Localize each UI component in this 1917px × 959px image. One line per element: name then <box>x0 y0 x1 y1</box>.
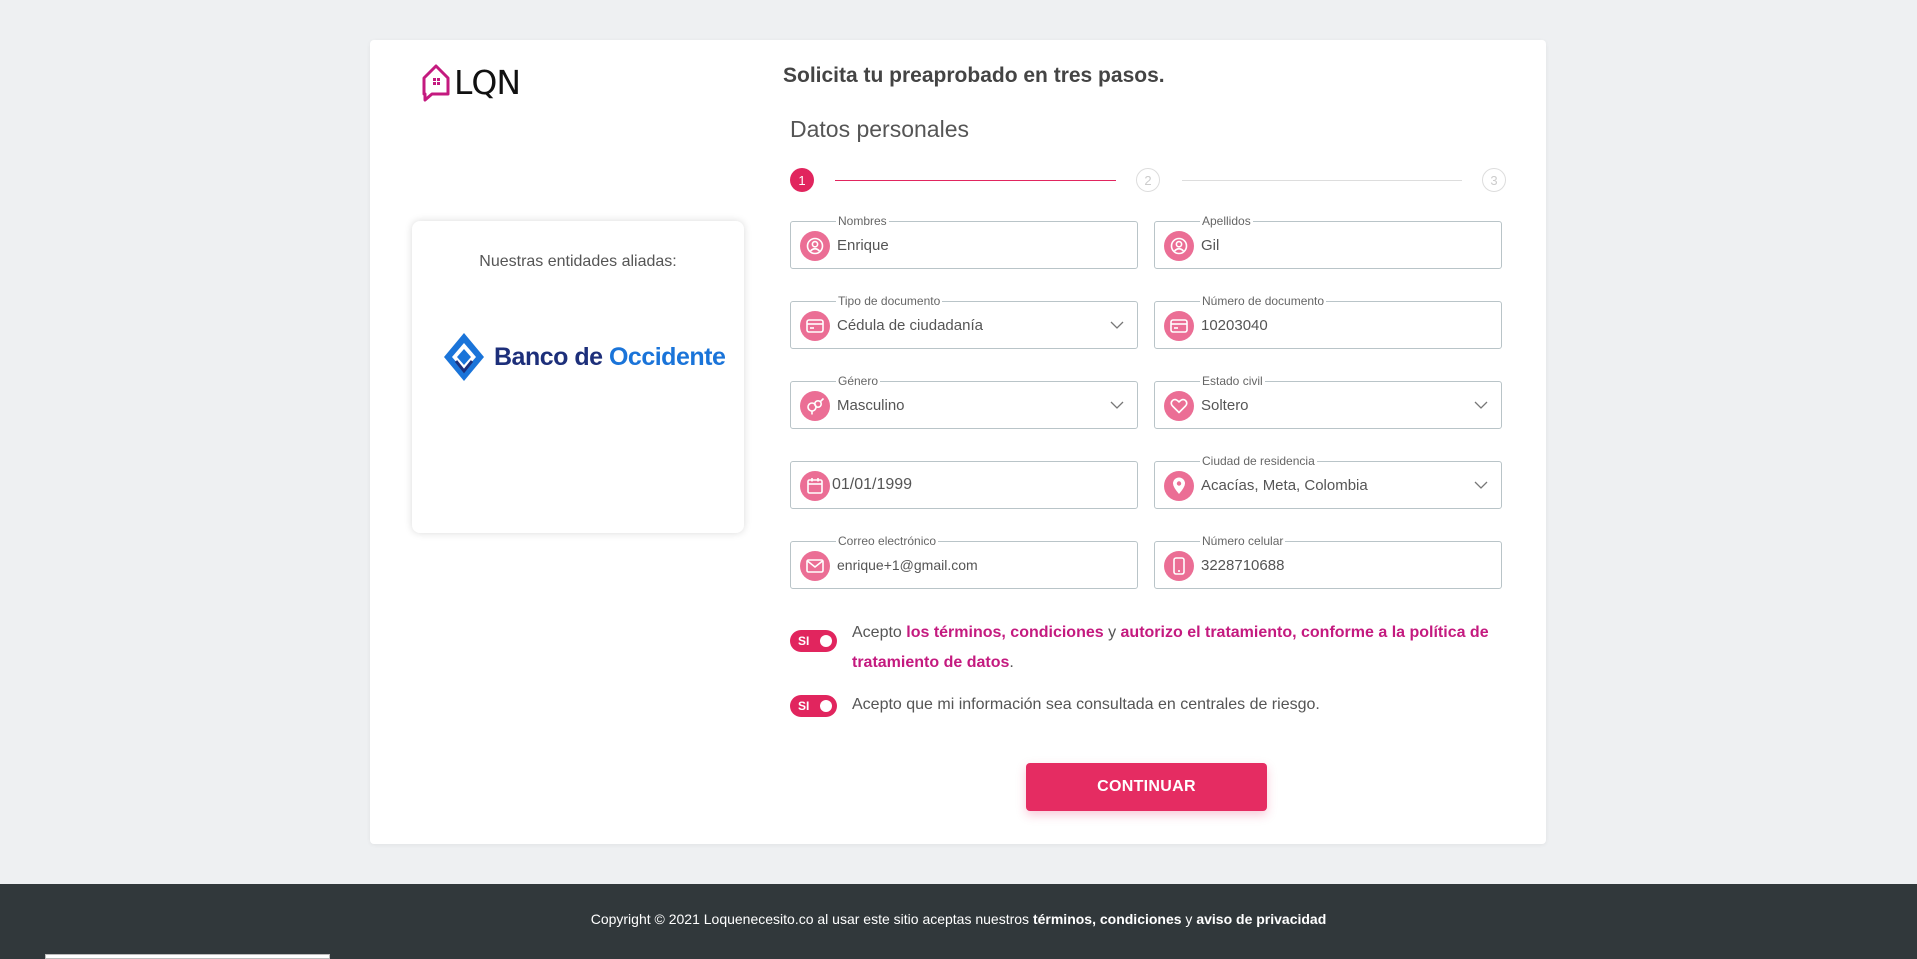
step-2: 2 <box>1136 168 1160 192</box>
user-icon <box>1164 231 1194 261</box>
location-pin-icon <box>1164 471 1194 501</box>
marital-status-label: Estado civil <box>1200 373 1265 389</box>
bank-name-part2: Occidente <box>608 342 726 371</box>
footer-strip <box>45 954 330 959</box>
first-name-label: Nombres <box>836 213 889 229</box>
footer-text: Copyright © 2021 Loquenecesito.co al usa… <box>0 911 1917 927</box>
document-type-value: Cédula de ciudadanía <box>837 317 983 334</box>
heart-icon <box>1164 391 1194 421</box>
last-name-value: Gil <box>1201 237 1220 254</box>
chevron-down-icon <box>1474 401 1488 409</box>
terms-mid: y <box>1103 624 1121 641</box>
city-label: Ciudad de residencia <box>1200 453 1317 469</box>
first-name-value: Enrique <box>837 237 889 254</box>
birthdate-value: 01/01/1999 <box>832 476 913 493</box>
gender-label: Género <box>836 373 881 389</box>
phone-icon <box>1164 551 1194 581</box>
bank-logo: Banco de Occidente <box>442 331 726 383</box>
calendar-icon <box>800 471 830 501</box>
phone-value: 3228710688 <box>1201 557 1285 574</box>
chevron-down-icon <box>1110 401 1124 409</box>
gender-icon <box>800 391 830 421</box>
allies-panel: Nuestras entidades aliadas: Banco de Occ… <box>412 221 744 533</box>
stepper: 1 2 3 <box>790 168 1540 194</box>
birthdate-field[interactable]: 01/01/1999 <box>790 461 1138 509</box>
phone-label: Número celular <box>1200 533 1286 549</box>
step-3: 3 <box>1482 168 1506 192</box>
page-title: Solicita tu preaprobado en tres pasos. <box>783 64 1165 87</box>
logo-text: LQN <box>454 62 521 102</box>
bank-name-part1: Banco de <box>494 342 609 371</box>
terms-toggle-label: SI <box>798 634 810 648</box>
footer-mid: y <box>1181 911 1197 927</box>
house-icon <box>422 64 450 102</box>
step-1: 1 <box>790 168 814 192</box>
first-name-field[interactable]: Nombres Enrique <box>790 213 1138 269</box>
phone-field[interactable]: Número celular 3228710688 <box>1154 533 1502 589</box>
footer-prefix: Copyright © 2021 Loquenecesito.co al usa… <box>590 911 1033 927</box>
city-value: Acacías, Meta, Colombia <box>1201 477 1368 494</box>
footer: Copyright © 2021 Loquenecesito.co al usa… <box>0 884 1917 959</box>
document-number-value: 10203040 <box>1201 317 1268 334</box>
email-label: Correo electrónico <box>836 533 939 549</box>
terms-toggle[interactable]: SI <box>790 630 837 652</box>
toggle-knob <box>820 635 832 647</box>
email-value: enrique+1@gmail.com <box>837 557 978 573</box>
allies-title: Nuestras entidades aliadas: <box>479 253 677 270</box>
last-name-field[interactable]: Apellidos Gil <box>1154 213 1502 269</box>
terms-prefix: Acepto <box>852 624 907 641</box>
footer-terms-link[interactable]: términos, condiciones <box>1033 911 1182 927</box>
gender-value: Masculino <box>837 397 905 414</box>
continue-button[interactable]: CONTINUAR <box>1026 763 1267 811</box>
email-field[interactable]: Correo electrónico enrique+1@gmail.com <box>790 533 1138 589</box>
risk-toggle[interactable]: SI <box>790 695 837 717</box>
marital-status-select[interactable]: Estado civil Soltero <box>1154 373 1502 429</box>
id-card-icon <box>1164 311 1194 341</box>
city-select[interactable]: Ciudad de residencia Acacías, Meta, Colo… <box>1154 453 1502 509</box>
bank-diamond-icon <box>444 333 484 381</box>
document-number-label: Número de documento <box>1200 293 1327 309</box>
chevron-down-icon <box>1474 481 1488 489</box>
document-type-select[interactable]: Tipo de documento Cédula de ciudadanía <box>790 293 1138 349</box>
step-line-1 <box>835 180 1116 181</box>
lqn-logo[interactable]: LQN <box>420 62 521 102</box>
envelope-icon <box>800 551 830 581</box>
document-number-field[interactable]: Número de documento 10203040 <box>1154 293 1502 349</box>
last-name-label: Apellidos <box>1200 213 1253 229</box>
risk-consent-text: Acepto que mi información sea consultada… <box>852 696 1320 713</box>
risk-toggle-label: SI <box>798 699 810 713</box>
section-title: Datos personales <box>790 116 969 142</box>
chevron-down-icon <box>1110 321 1124 329</box>
gender-select[interactable]: Género Masculino <box>790 373 1138 429</box>
user-icon <box>800 231 830 261</box>
marital-status-value: Soltero <box>1201 397 1249 414</box>
document-type-label: Tipo de documento <box>836 293 943 309</box>
id-card-icon <box>800 311 830 341</box>
terms-link[interactable]: los términos, condiciones <box>906 624 1103 641</box>
terms-consent-text: Acepto los términos, condiciones y autor… <box>852 618 1492 678</box>
toggle-knob <box>820 700 832 712</box>
footer-privacy-link[interactable]: aviso de privacidad <box>1196 911 1326 927</box>
application-card: LQN Nuestras entidades aliadas: Banco de… <box>370 40 1546 844</box>
terms-suffix: . <box>1009 654 1014 671</box>
step-line-2 <box>1182 180 1462 181</box>
